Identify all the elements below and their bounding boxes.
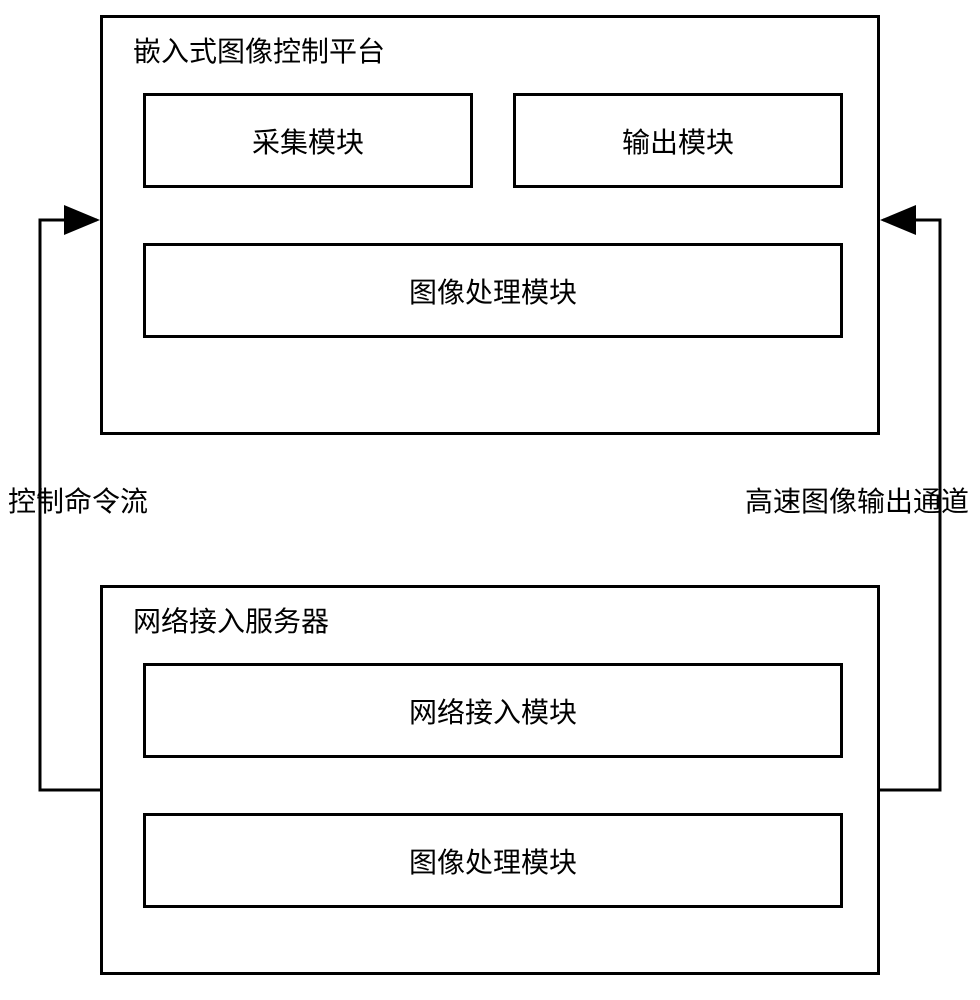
control-command-flow-label: 控制命令流 xyxy=(8,480,148,520)
image-processing-label-bottom: 图像处理模块 xyxy=(409,841,577,881)
high-speed-image-output-channel-label: 高速图像输出通道 xyxy=(745,480,969,520)
diagram-container: 嵌入式图像控制平台 采集模块 输出模块 图像处理模块 网络接入服务器 网络接入模… xyxy=(0,0,980,1000)
image-processing-module-top: 图像处理模块 xyxy=(143,243,843,338)
network-access-server: 网络接入服务器 网络接入模块 图像处理模块 xyxy=(100,585,880,975)
image-processing-module-bottom: 图像处理模块 xyxy=(143,813,843,908)
bottom-box-title: 网络接入服务器 xyxy=(133,600,329,640)
network-access-module: 网络接入模块 xyxy=(143,663,843,758)
image-processing-label-top: 图像处理模块 xyxy=(409,271,577,311)
output-module: 输出模块 xyxy=(513,93,843,188)
output-label: 输出模块 xyxy=(622,121,734,161)
top-box-title: 嵌入式图像控制平台 xyxy=(133,30,385,70)
embedded-image-control-platform: 嵌入式图像控制平台 采集模块 输出模块 图像处理模块 xyxy=(100,15,880,435)
network-access-label: 网络接入模块 xyxy=(409,691,577,731)
acquisition-module: 采集模块 xyxy=(143,93,473,188)
acquisition-label: 采集模块 xyxy=(252,121,364,161)
